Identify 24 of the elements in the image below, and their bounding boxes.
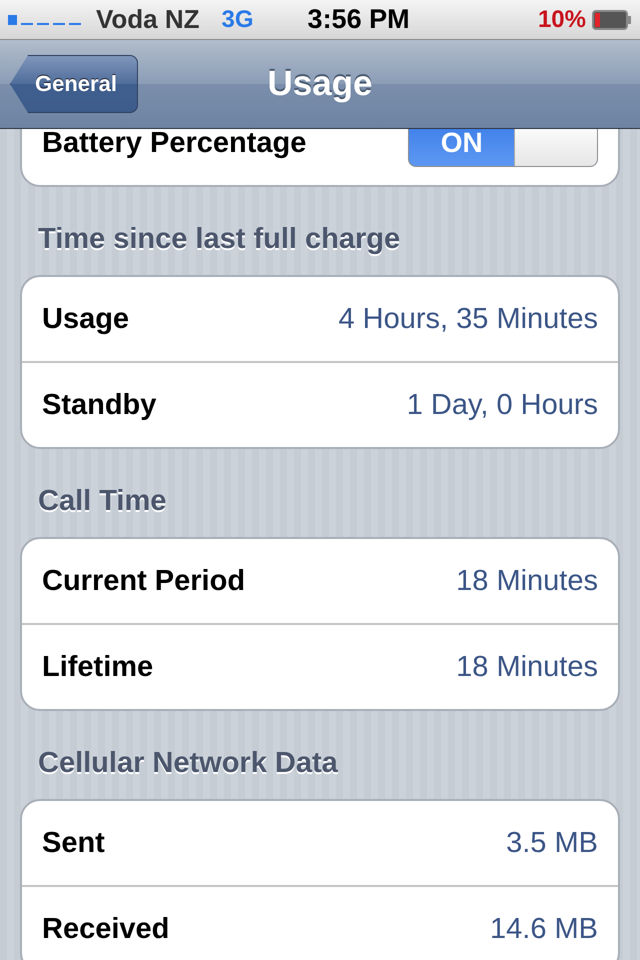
nav-title: Usage — [267, 64, 373, 104]
row-value: 1 Day, 0 Hours — [406, 388, 598, 422]
row-value: 14.6 MB — [490, 912, 598, 946]
row-label: Battery Percentage — [42, 129, 306, 160]
row-label: Received — [42, 912, 170, 946]
row-label: Current Period — [42, 564, 246, 598]
carrier-name: Voda NZ — [96, 4, 200, 35]
row-label: Lifetime — [42, 650, 154, 684]
section-header: Time since last full charge — [37, 222, 402, 257]
row-label: Sent — [42, 826, 105, 860]
section-header: Call Time — [37, 484, 168, 519]
row-label: Usage — [42, 302, 130, 336]
network-type: 3G — [222, 6, 254, 34]
back-button[interactable]: General — [10, 55, 138, 113]
row-value: 18 Minutes — [456, 650, 598, 684]
toggle-switch[interactable]: ON — [408, 129, 598, 167]
section-header: Cellular Network Data — [37, 746, 339, 781]
row-label: Standby — [42, 388, 156, 422]
row-value: 3.5 MB — [506, 826, 598, 860]
battery-icon — [592, 10, 632, 30]
row-value: 18 Minutes — [456, 564, 598, 598]
row-value: 4 Hours, 35 Minutes — [338, 302, 598, 336]
status-time: 3:56 PM — [308, 4, 411, 35]
battery-percentage: 10% — [538, 6, 586, 34]
